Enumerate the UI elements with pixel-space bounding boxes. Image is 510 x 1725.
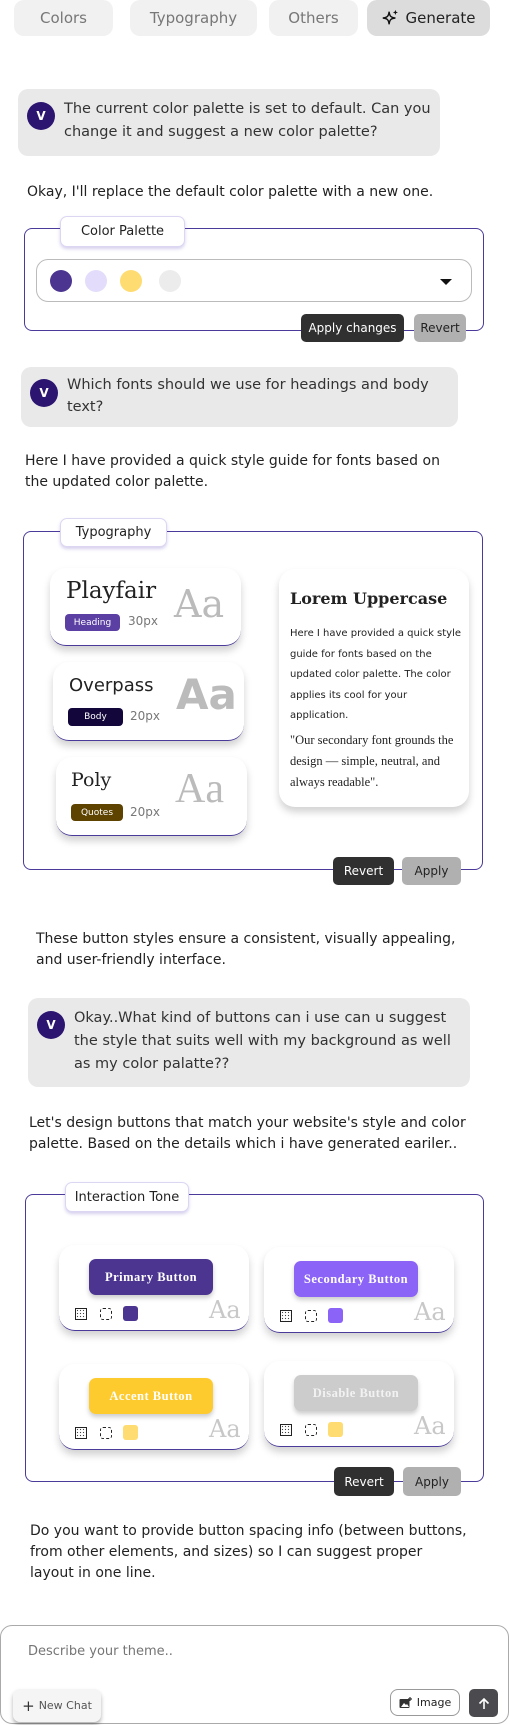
plus-icon: + bbox=[22, 1696, 35, 1715]
color-swatch[interactable] bbox=[85, 270, 107, 292]
sparkle-icon bbox=[383, 9, 399, 25]
color-swatch bbox=[123, 1425, 138, 1440]
panel-title: Typography bbox=[60, 518, 167, 547]
avatar: V bbox=[27, 102, 55, 130]
color-swatch bbox=[328, 1422, 343, 1437]
revert-button[interactable]: Revert bbox=[334, 1467, 394, 1496]
font-card-poly[interactable]: Poly Quotes 20px Aa bbox=[56, 757, 247, 836]
composer: +New Chat Image bbox=[0, 1625, 509, 1724]
preview-heading: Lorem Uppercase bbox=[290, 589, 448, 608]
font-card-overpass[interactable]: Overpass Body 20px Aa bbox=[53, 662, 244, 741]
new-chat-button[interactable]: + New Chat bbox=[13, 1689, 101, 1722]
font-sample: Aa bbox=[174, 582, 225, 626]
sample-button[interactable]: Disable Button bbox=[294, 1375, 418, 1411]
tab-others[interactable]: Others bbox=[269, 0, 358, 36]
font-name: Overpass bbox=[69, 675, 154, 696]
grid-icon bbox=[280, 1424, 292, 1436]
tab-label: Generate bbox=[405, 9, 476, 27]
button-style-card[interactable]: Primary Button Aa bbox=[59, 1245, 249, 1331]
send-button[interactable] bbox=[469, 1689, 498, 1717]
font-sample: Aa bbox=[176, 670, 237, 719]
image-add-icon bbox=[399, 1696, 412, 1708]
tab-label: Typography bbox=[149, 9, 238, 27]
button-style-card[interactable]: Accent Button Aa bbox=[59, 1364, 249, 1450]
font-sample: Aa bbox=[175, 766, 224, 812]
button-style-card[interactable]: Secondary Button Aa bbox=[264, 1247, 454, 1333]
color-swatch bbox=[123, 1306, 138, 1321]
assistant-message: Let's design buttons that match your web… bbox=[29, 1115, 466, 1152]
grid-icon bbox=[280, 1310, 292, 1322]
image-button[interactable]: Image bbox=[390, 1689, 460, 1716]
color-swatch[interactable] bbox=[159, 270, 181, 292]
font-preview-card: Lorem Uppercase Here I have provided a q… bbox=[279, 569, 469, 807]
assistant-message: Here I have provided a quick style guide… bbox=[25, 453, 440, 490]
preview-body: Here I have provided a quick style guide… bbox=[290, 628, 462, 721]
user-message: V The current color palette is set to de… bbox=[18, 89, 440, 156]
font-sample: Aa bbox=[414, 1298, 446, 1326]
color-swatch[interactable] bbox=[50, 270, 72, 292]
panel-title: Color Palette bbox=[60, 216, 185, 247]
color-swatch[interactable] bbox=[120, 270, 142, 292]
tab-typography[interactable]: Typography bbox=[130, 0, 257, 36]
avatar: V bbox=[37, 1011, 65, 1039]
tab-label: Others bbox=[288, 9, 339, 27]
tab-colors[interactable]: Colors bbox=[14, 0, 113, 36]
role-badge: Body bbox=[68, 708, 123, 726]
font-name: Poly bbox=[71, 769, 112, 791]
font-size: 20px bbox=[130, 709, 160, 723]
revert-button[interactable]: Revert bbox=[333, 857, 394, 885]
message-text: The current color palette is set to defa… bbox=[64, 101, 431, 140]
frame-icon bbox=[305, 1424, 317, 1436]
message-text: Which fonts should we use for headings a… bbox=[67, 377, 429, 415]
font-name: Playfair bbox=[66, 578, 157, 604]
color-swatch bbox=[328, 1308, 343, 1323]
tab-label: Colors bbox=[40, 9, 87, 27]
palette-select[interactable] bbox=[36, 259, 472, 302]
user-message: V Okay..What kind of buttons can i use c… bbox=[28, 998, 470, 1087]
frame-icon bbox=[100, 1308, 112, 1320]
revert-button[interactable]: Revert bbox=[414, 314, 466, 342]
font-sample: Aa bbox=[209, 1415, 241, 1443]
chevron-down-icon bbox=[440, 279, 452, 285]
tab-generate[interactable]: Generate bbox=[367, 0, 490, 36]
font-sample: Aa bbox=[209, 1296, 241, 1324]
role-badge: Quotes bbox=[71, 804, 123, 821]
message-text: Okay..What kind of buttons can i use can… bbox=[74, 1010, 451, 1072]
preview-quote: "Our secondary font grounds the design —… bbox=[290, 733, 454, 789]
assistant-message: Do you want to provide button spacing in… bbox=[30, 1523, 467, 1581]
sample-button[interactable]: Primary Button bbox=[89, 1259, 213, 1295]
assistant-message: These button styles ensure a consistent,… bbox=[36, 931, 456, 968]
font-size: 30px bbox=[128, 614, 158, 628]
theme-input[interactable] bbox=[28, 1644, 468, 1659]
assistant-message: Okay, I'll replace the default color pal… bbox=[27, 184, 434, 200]
button-label: Image bbox=[416, 1696, 452, 1709]
grid-icon bbox=[75, 1427, 87, 1439]
sample-button[interactable]: Accent Button bbox=[89, 1378, 213, 1414]
apply-button[interactable]: Apply bbox=[402, 857, 461, 885]
apply-button[interactable]: Apply bbox=[403, 1467, 461, 1496]
role-badge: Heading bbox=[65, 614, 120, 631]
frame-icon bbox=[100, 1427, 112, 1439]
apply-changes-button[interactable]: Apply changes bbox=[301, 314, 404, 342]
sample-button[interactable]: Secondary Button bbox=[294, 1261, 418, 1297]
grid-icon bbox=[75, 1308, 87, 1320]
panel-title: Interaction Tone bbox=[65, 1182, 189, 1212]
arrow-up-icon bbox=[478, 1697, 489, 1709]
font-sample: Aa bbox=[414, 1412, 446, 1440]
font-card-playfair[interactable]: Playfair Heading 30px Aa bbox=[50, 568, 241, 646]
frame-icon bbox=[305, 1310, 317, 1322]
font-size: 20px bbox=[130, 805, 160, 819]
avatar: V bbox=[30, 379, 58, 407]
button-style-card[interactable]: Disable Button Aa bbox=[264, 1361, 454, 1447]
user-message: V Which fonts should we use for headings… bbox=[21, 367, 458, 427]
button-label: New Chat bbox=[38, 1699, 92, 1712]
